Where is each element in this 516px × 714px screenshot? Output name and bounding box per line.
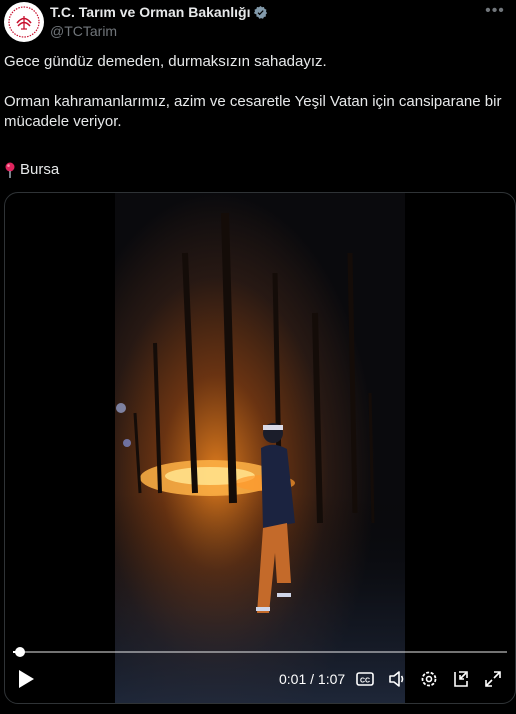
- user-handle[interactable]: @TCTarim: [50, 23, 117, 39]
- more-options-icon[interactable]: •••: [484, 2, 506, 24]
- name-row: T.C. Tarım ve Orman Bakanlığı: [50, 4, 268, 20]
- svg-text:CC: CC: [360, 678, 370, 685]
- tweet-paragraph-2: Orman kahramanlarımız, azim ve cesaretle…: [4, 93, 502, 130]
- video-controls: 0:01 / 1:07 CC: [5, 647, 515, 703]
- fullscreen-icon[interactable]: [483, 669, 503, 689]
- location-label: Bursa: [20, 161, 60, 178]
- seal-logo-icon: [5, 3, 43, 41]
- video-still: [115, 193, 405, 703]
- volume-icon[interactable]: [387, 669, 407, 689]
- tweet-location: Bursa: [4, 160, 59, 180]
- tweet-paragraph-1: Gece gündüz demeden, durmaksızın sahaday…: [4, 53, 327, 70]
- tweet-header: T.C. Tarım ve Orman Bakanlığı @TCTarim •…: [0, 0, 516, 50]
- captions-icon[interactable]: CC: [355, 669, 375, 689]
- picture-in-picture-icon[interactable]: [451, 669, 471, 689]
- progress-knob[interactable]: [15, 647, 26, 657]
- progress-bar[interactable]: [13, 647, 507, 657]
- pin-icon: [5, 162, 15, 178]
- settings-icon[interactable]: [419, 669, 439, 689]
- avatar[interactable]: [4, 2, 44, 42]
- play-icon[interactable]: [17, 669, 35, 689]
- video-frame[interactable]: [115, 193, 405, 703]
- display-name[interactable]: T.C. Tarım ve Orman Bakanlığı: [50, 4, 250, 20]
- video-player[interactable]: 0:01 / 1:07 CC: [4, 192, 516, 704]
- verified-badge-icon[interactable]: [253, 5, 268, 20]
- time-display: 0:01 / 1:07: [279, 671, 346, 687]
